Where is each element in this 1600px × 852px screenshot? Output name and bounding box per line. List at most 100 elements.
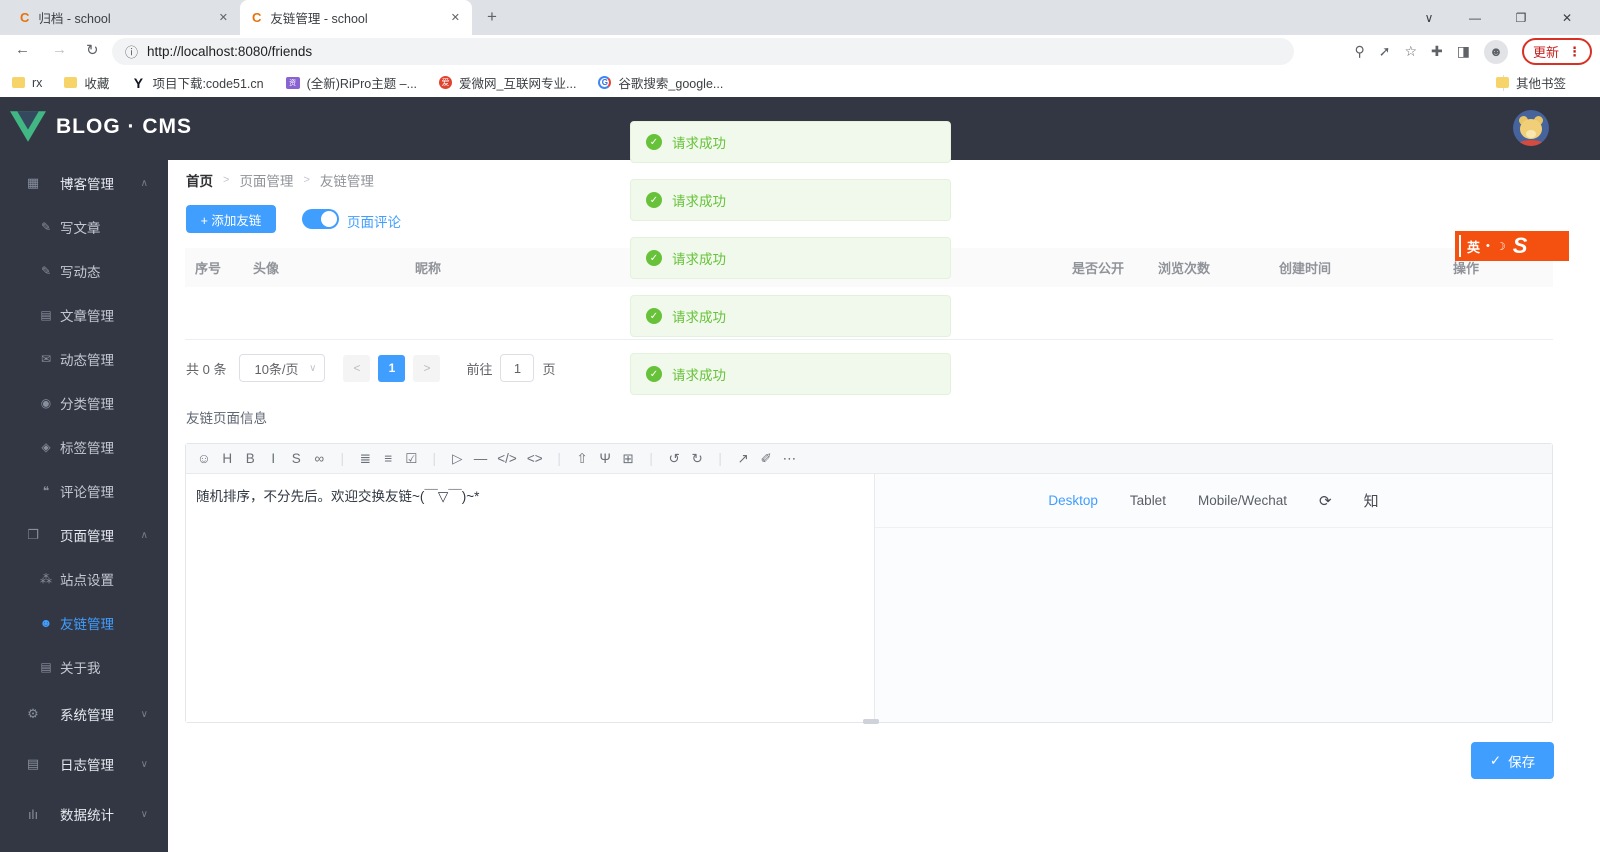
new-tab-button[interactable]: +	[487, 7, 497, 27]
page-comment-toggle[interactable]	[302, 209, 339, 229]
editor-resize-handle[interactable]	[863, 719, 879, 724]
breadcrumb-item[interactable]: 友链管理	[320, 170, 374, 190]
separator[interactable]: |	[428, 451, 441, 466]
separator[interactable]: |	[645, 451, 658, 466]
zoom-icon[interactable]: ⚲	[1354, 43, 1364, 60]
sidebar-item[interactable]: ◉ 分类管理	[0, 381, 168, 425]
sidebar-item[interactable]: ▤ 日志管理 ∨	[0, 739, 168, 789]
preview-device-tab[interactable]: Mobile/Wechat	[1198, 493, 1287, 508]
link-icon[interactable]: ∞	[313, 451, 326, 466]
sidebar-item[interactable]: ⁂ 站点设置	[0, 557, 168, 601]
code-block-icon[interactable]: </>	[497, 451, 517, 466]
hr-icon[interactable]: —	[474, 451, 488, 466]
bookmark-item[interactable]: G 谷歌搜索_google...	[598, 73, 723, 92]
sidebar-item[interactable]: ☻ 友链管理	[0, 601, 168, 645]
strikethrough-icon[interactable]: S	[290, 451, 303, 466]
separator[interactable]: |	[336, 451, 349, 466]
sidebar-item[interactable]: ▤ 关于我	[0, 645, 168, 689]
chevron-icon: ∨	[140, 808, 148, 820]
preview-edit-icon[interactable]: ✐	[760, 451, 773, 467]
sidebar-item[interactable]: ✎ 写文章	[0, 205, 168, 249]
undo-icon[interactable]: ↺	[668, 451, 681, 467]
bookmark-item[interactable]: 收藏	[64, 73, 109, 92]
current-page-button[interactable]: 1	[378, 354, 406, 382]
sidebar-item[interactable]: ◈ 标签管理	[0, 425, 168, 469]
more-icon[interactable]: ⋯	[783, 451, 797, 467]
goto-suffix: 页	[542, 361, 556, 377]
update-button[interactable]: 更新 ⋮	[1521, 38, 1592, 65]
page-size-select[interactable]: 10条/页 ∨	[239, 354, 326, 382]
sidebar-item[interactable]: ❝ 评论管理	[0, 469, 168, 513]
forward-icon[interactable]: →	[52, 41, 67, 58]
share-icon[interactable]: ➚	[1379, 43, 1391, 60]
ime-moon-icon[interactable]: ☽	[1496, 240, 1506, 253]
italic-icon[interactable]: I	[267, 451, 280, 466]
bookmark-item[interactable]: 爱 爱微网_互联网专业...	[439, 73, 576, 92]
quote-icon[interactable]: ▷	[451, 451, 464, 467]
upload-icon[interactable]: ⇧	[576, 451, 589, 467]
save-button[interactable]: ✓ 保存	[1471, 742, 1554, 779]
extensions-icon[interactable]: ✚	[1431, 43, 1443, 60]
profile-avatar[interactable]: ☻	[1483, 39, 1508, 64]
sidebar-item[interactable]: ✉ 动态管理	[0, 337, 168, 381]
unordered-list-icon[interactable]: ≣	[359, 451, 372, 467]
bookmark-item[interactable]: rx	[12, 73, 42, 92]
sidebar-item[interactable]: ⚙ 系统管理 ∨	[0, 689, 168, 739]
browser-tab-friends[interactable]: C 友链管理 - school ✕	[240, 0, 472, 35]
breadcrumb-item[interactable]: >	[223, 174, 229, 186]
tab-close-icon[interactable]: ✕	[219, 11, 228, 24]
preview-device-tab[interactable]: Tablet	[1130, 493, 1166, 508]
folder-icon	[12, 77, 25, 88]
breadcrumb-item[interactable]: >	[303, 174, 309, 186]
star-icon[interactable]: ☆	[1404, 43, 1417, 60]
separator[interactable]: |	[714, 451, 727, 466]
sidebar-item[interactable]: ▦ 博客管理 ∧	[0, 161, 168, 205]
minimize-icon[interactable]: —	[1452, 11, 1498, 25]
close-icon[interactable]: ✕	[1544, 11, 1590, 25]
site-info-icon[interactable]: ⓘ	[125, 42, 138, 61]
prev-page-button[interactable]: <	[343, 354, 371, 382]
user-avatar[interactable]	[1513, 110, 1549, 146]
restore-icon[interactable]: ❐	[1498, 11, 1544, 25]
breadcrumb-item[interactable]: 页面管理	[239, 170, 293, 190]
heading-icon[interactable]: H	[221, 451, 234, 466]
editor-textarea[interactable]: 随机排序，不分先后。欢迎交换友链~(￣▽￣)~*	[186, 474, 875, 722]
back-icon[interactable]: ←	[15, 41, 30, 58]
side-panel-icon[interactable]: ◨	[1457, 43, 1470, 60]
redo-icon[interactable]: ↻	[691, 451, 704, 467]
reload-icon[interactable]: ↻	[86, 41, 99, 59]
inline-code-icon[interactable]: <>	[527, 451, 543, 466]
chevron-icon: ∨	[140, 758, 148, 770]
sogou-ime-bar[interactable]: 英 • ☽ S	[1455, 231, 1569, 261]
chevron-down-icon[interactable]: ∨	[1406, 11, 1452, 25]
add-friend-link-button[interactable]: + 添加友链	[186, 205, 276, 233]
bookmark-item[interactable]: Y 项目下载:code51.cn	[131, 73, 264, 92]
bold-icon[interactable]: B	[244, 451, 257, 466]
next-page-button[interactable]: >	[413, 354, 441, 382]
checklist-icon[interactable]: ☑	[405, 451, 418, 467]
tab-close-icon[interactable]: ✕	[451, 11, 460, 24]
check-circle-icon: ✓	[646, 308, 662, 324]
sidebar-item[interactable]: ▤ 文章管理	[0, 293, 168, 337]
url-input[interactable]: ⓘ http://localhost:8080/friends	[112, 38, 1294, 65]
sidebar-item[interactable]: ✎ 写动态	[0, 249, 168, 293]
table-icon[interactable]: ⊞	[622, 451, 635, 467]
breadcrumb-item[interactable]: 首页	[186, 170, 213, 190]
browser-tab-archive[interactable]: C 归档 - school ✕	[8, 0, 240, 35]
sogou-logo-icon[interactable]: S	[1513, 233, 1528, 259]
zhihu-icon[interactable]: 知	[1364, 490, 1379, 511]
bookmark-item[interactable]: 资 (全新)RiPro主题 –...	[285, 73, 417, 92]
preview-device-tab[interactable]: Desktop	[1048, 493, 1098, 508]
emoji-icon[interactable]: ☺	[197, 451, 211, 466]
fullscreen-icon[interactable]: ↗	[737, 451, 750, 467]
mic-icon[interactable]: Ψ	[599, 451, 612, 466]
ordered-list-icon[interactable]: ≡	[382, 451, 395, 466]
preview-refresh-icon[interactable]: ⟳	[1319, 492, 1332, 510]
sidebar-item[interactable]: ❐ 页面管理 ∧	[0, 513, 168, 557]
ime-mode-label[interactable]: 英	[1467, 237, 1480, 256]
goto-page-input[interactable]	[500, 354, 535, 382]
sidebar-item[interactable]: ılı 数据统计 ∨	[0, 789, 168, 839]
separator[interactable]: |	[553, 451, 566, 466]
other-bookmarks[interactable]: 其他书签	[1495, 73, 1566, 92]
menu-dots-icon[interactable]: ⋮	[1568, 44, 1581, 60]
